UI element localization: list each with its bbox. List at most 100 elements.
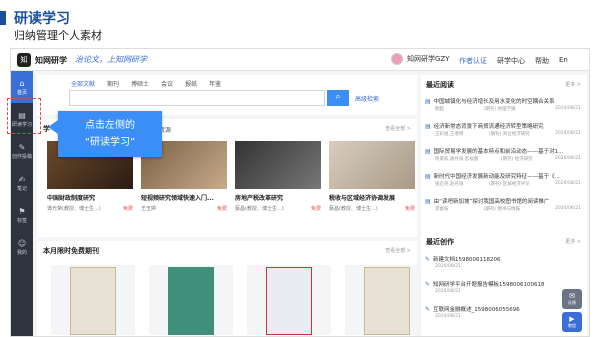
sidebar-item-notes[interactable]: ✍ 笔记 (11, 167, 33, 199)
user-name[interactable]: 知网研学GZY (407, 54, 450, 64)
item-title[interactable]: 知网研学平台开题报告模板1598006100618 (433, 280, 545, 288)
document-icon: ▤ (425, 172, 431, 180)
list-item[interactable]: ✎ 互联网金融概述_1598006055696 2020/08/21 (425, 305, 581, 320)
journal-cover[interactable] (364, 267, 410, 335)
item-title[interactable]: 新时代中国经济发展新动能及研究特征——基于《... (434, 172, 560, 180)
book-title[interactable]: 短视频研究领域快速入门... (141, 193, 227, 202)
advanced-search-link[interactable]: 高级检索 (355, 94, 379, 103)
feedback-label: 反馈 (568, 300, 576, 305)
study-center-link[interactable]: 研学中心 (497, 56, 525, 66)
sidebar-item-mine[interactable]: ☺ 我的 (11, 231, 33, 263)
tutorial-label: 教程 (568, 323, 576, 328)
book-card[interactable]: 房地产税改革研究 蔡昌(教授、博士生...) 免费 (235, 141, 321, 212)
book-cover[interactable] (329, 141, 415, 189)
item-title[interactable]: 新建文档1598006118206 (433, 255, 501, 263)
book-cover[interactable] (235, 141, 321, 189)
journal-list (51, 265, 429, 335)
item-title[interactable]: 中国城镇化与经济增长及用水变化的时空耦合关系 (434, 97, 555, 105)
search-input[interactable] (69, 90, 325, 106)
journal-card[interactable] (149, 265, 233, 335)
recent-writing-more[interactable]: 更多 > (565, 238, 581, 245)
journal-cover[interactable] (70, 267, 116, 335)
file-icon: ✎ (425, 305, 431, 313)
sidebar-item-label: 笔记 (16, 185, 27, 192)
help-link[interactable]: 帮助 (535, 56, 549, 66)
feedback-button[interactable]: ✉ 反馈 (562, 289, 582, 309)
tab-journal[interactable]: 期刊 (107, 79, 119, 88)
item-type: (期刊) 区域经济评论 (488, 182, 530, 187)
tab-conference[interactable]: 会议 (161, 79, 173, 88)
document-icon: ▤ (425, 97, 431, 105)
recent-reading-title: 最近阅读 (426, 81, 454, 89)
user-menu[interactable]: 知网研学GZY (391, 53, 450, 65)
tab-newspaper[interactable]: 报纸 (185, 79, 197, 88)
item-date: 2020/08/21 (555, 131, 581, 136)
item-title[interactable]: 经济新常态背景下商贸流通经济转型策略研究 (434, 122, 544, 130)
search-tabs: 全部文献 期刊 博硕士 会议 报纸 年鉴 (71, 79, 221, 88)
brand-name[interactable]: 知网研学 (35, 55, 67, 66)
search-panel: 全部文献 期刊 博硕士 会议 报纸 年鉴 ⌕ 高级检索 (37, 75, 417, 115)
item-type: (期刊) 商业经济研究 (488, 132, 530, 137)
journal-card[interactable] (345, 265, 429, 335)
app-window: 知 知网研学 治论文，上知网研学 知网研学GZY 作者认证 研学中心 帮助 En… (10, 48, 590, 337)
list-item[interactable]: ✎ 新建文档1598006118206 2020/08/21 (425, 255, 581, 270)
tab-yearbook[interactable]: 年鉴 (209, 79, 221, 88)
tab-thesis[interactable]: 博硕士 (131, 79, 149, 88)
list-item[interactable]: ▤ 经济新常态背景下商贸流通经济转型策略研究 王彩姐,王增博 (期刊) 商业经济研究… (425, 122, 581, 138)
tutorial-button[interactable]: ▶ 教程 (562, 312, 582, 332)
list-item[interactable]: ✎ 知网研学平台开题报告模板1598006100618 2020/08/21 (425, 280, 581, 295)
author-verify-link[interactable]: 作者认证 (459, 56, 487, 66)
book-title[interactable]: 中国财政制度研究 (47, 193, 133, 202)
book-title[interactable]: 房地产税改革研究 (235, 193, 321, 202)
list-item[interactable]: ▤ 国际贸易学发展的基本特点和前沿动态——基于对1... 佟家栋,谢丹阳,彭福嘉 (… (425, 147, 581, 163)
price-badge: 免费 (310, 206, 321, 212)
top-bar: 知 知网研学 治论文，上知网研学 知网研学GZY 作者认证 研学中心 帮助 En (11, 49, 589, 71)
book-card[interactable]: 税收与区域经济协调发展 蔡昌(教授、博士生...) 免费 (329, 141, 415, 212)
slide-title-bar (0, 11, 6, 25)
item-title[interactable]: 国际贸易学发展的基本特点和前沿动态——基于对1... (434, 147, 564, 155)
logo[interactable]: 知 (17, 53, 31, 67)
language-link[interactable]: En (559, 56, 568, 66)
home-icon: ⌂ (19, 78, 25, 88)
item-type: (期刊) 经济研究 (500, 157, 533, 162)
item-date: 2020/08/21 (435, 264, 461, 269)
book-author: 蔡昌(教授、博士生...) (329, 206, 378, 212)
book-author: 王玉婷 (141, 206, 157, 212)
item-date: 2020/08/21 (555, 156, 581, 161)
avatar[interactable] (391, 53, 403, 65)
journal-cover[interactable] (168, 267, 214, 335)
recent-reading-more[interactable]: 更多 > (565, 81, 581, 88)
list-item[interactable]: ▤ 新时代中国经济发展新动能及研究特征——基于《... 张启英,赵丹阳 (期刊) 区… (425, 172, 581, 188)
book-title[interactable]: 税收与区域经济协调发展 (329, 193, 415, 202)
item-date: 2020/08/21 (555, 206, 581, 211)
file-icon: ✎ (425, 255, 431, 263)
sidebar-item-writing[interactable]: ✎ 创作投稿 (11, 135, 33, 167)
highlight-box (7, 98, 41, 134)
item-type: (期刊) 图书与情报 (483, 207, 520, 212)
price-badge: 免费 (216, 206, 227, 212)
item-title[interactable]: 互联网金融概述_1598006055696 (433, 305, 520, 313)
item-date: 2020/08/21 (435, 289, 461, 294)
journal-card[interactable] (247, 265, 331, 335)
view-all-link[interactable]: 查看全部 > (385, 247, 411, 254)
item-date: 2020/08/21 (555, 106, 581, 111)
item-source: 王彩姐,王增博 (435, 132, 464, 137)
search-button[interactable]: ⌕ (327, 90, 349, 106)
item-date: 2020/08/21 (555, 181, 581, 186)
item-title[interactable]: 由“读吧新加坡”探讨我国高校图书馆的阅读推广 (434, 197, 550, 205)
item-source: 鲍超 (435, 107, 444, 112)
sidebar-item-tags[interactable]: ⚑ 标签 (11, 199, 33, 231)
tab-all[interactable]: 全部文献 (71, 79, 95, 88)
sidebar-item-label: 首页 (16, 89, 27, 96)
list-item[interactable]: ▤ 中国城镇化与经济增长及用水变化的时空耦合关系 鲍超 (期刊) 地理学报 2020/… (425, 97, 581, 113)
item-source: 张启英,赵丹阳 (435, 182, 464, 187)
price-badge: 免费 (404, 206, 415, 212)
pen-icon: ✎ (18, 142, 26, 152)
view-all-link[interactable]: 查看全部 > (385, 125, 411, 132)
journal-cover[interactable] (266, 267, 312, 335)
list-item[interactable]: ▤ 由“读吧新加坡”探讨我国高校图书馆的阅读推广 李素枝 (期刊) 图书与情报 202… (425, 197, 581, 213)
price-badge: 免费 (122, 206, 133, 212)
item-source: 佟家栋,谢丹阳,彭福嘉 (435, 157, 479, 162)
journal-card[interactable] (51, 265, 135, 335)
sidebar-item-label: 创作投稿 (11, 153, 32, 160)
